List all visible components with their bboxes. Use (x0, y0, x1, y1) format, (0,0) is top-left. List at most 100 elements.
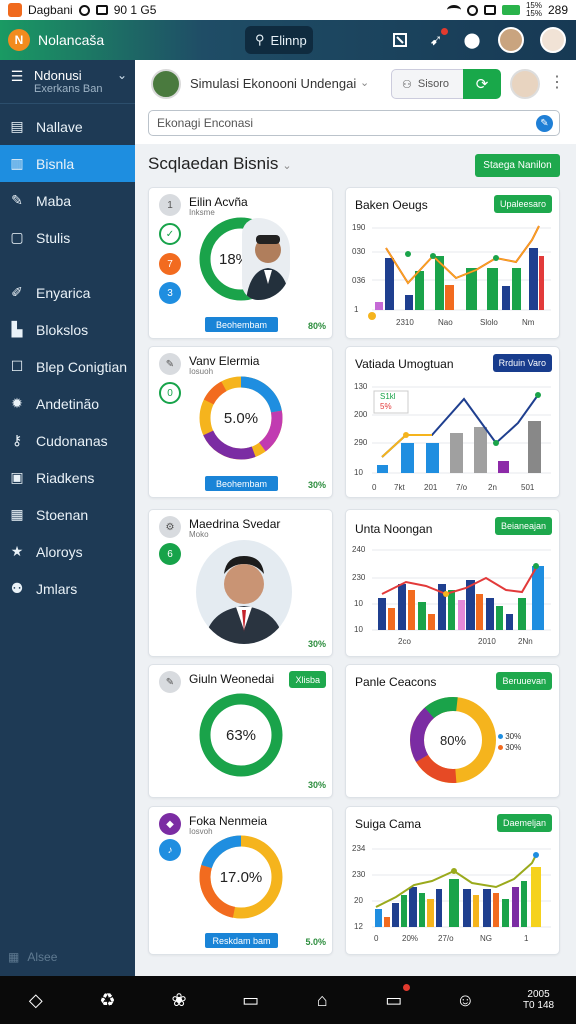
x-tick: 2Nn (518, 637, 533, 646)
emoji-icon[interactable]: ☺ (451, 986, 479, 1014)
more-icon[interactable]: ⋮ (549, 72, 565, 92)
sidebar-item-0[interactable]: ▤ Nallave (0, 108, 135, 145)
bar (388, 608, 395, 630)
bar (539, 256, 544, 310)
edit-icon[interactable]: ✎ (159, 353, 181, 375)
pin-icon[interactable]: ➹ (426, 28, 448, 50)
bar (401, 895, 407, 927)
card-action-button[interactable]: Reskdam bam (205, 933, 278, 948)
diamond-icon[interactable]: ◆ (159, 813, 181, 835)
header-search-label: Elinnp (270, 32, 307, 48)
donut-value: 63% (225, 726, 257, 744)
x-tick: 1 (524, 934, 529, 943)
sidebar-item-6[interactable]: ☐ Blep Conigtian (0, 348, 135, 385)
settings-icon[interactable]: ⚙ (159, 516, 181, 538)
card-action-button[interactable]: Xlisba (289, 671, 326, 688)
music-icon[interactable]: ♪ (159, 839, 181, 861)
workspace-avatar[interactable] (151, 69, 181, 99)
y-tick: 12 (354, 922, 363, 931)
metric-chip-blue[interactable]: 3 (159, 282, 181, 304)
sidebar-item-12[interactable]: ⚉ Jmlars (0, 570, 135, 607)
edit-icon[interactable]: ✎ (159, 671, 181, 693)
chart-card-2[interactable]: Vatiada Umogtuan Rrduin Varo 130 200 290… (345, 346, 560, 498)
bar (415, 271, 424, 310)
profile-avatar[interactable] (540, 27, 566, 53)
y-tick: 240 (352, 545, 366, 554)
cast-icon (483, 5, 496, 15)
header-search-button[interactable]: ⚲ Elinnp (245, 26, 313, 54)
sidebar-item-2[interactable]: ✎ Maba (0, 182, 135, 219)
account-switcher[interactable]: ☰ Ndonusi Exerkans Ban ⌄ (0, 60, 135, 104)
tool-icon: ✎ (11, 192, 23, 208)
profile-card-2[interactable]: ✎ Vanv Elermia Iosuoh 0 5.0% Beohembam 3… (148, 346, 333, 498)
chevron-down-icon[interactable]: ⌄ (282, 160, 291, 172)
bar-line-chart: 130 200 290 10 0 7kt 201 7/o 2n 501 S1kl… (354, 382, 551, 492)
check-icon[interactable]: ✓ (159, 223, 181, 245)
chart-card-3[interactable]: Unta Noongan Beianeajan 240 230 10 10 2c… (345, 509, 560, 657)
count-chip[interactable]: 6 (159, 543, 181, 565)
bar (532, 566, 544, 630)
sidebar-item-5[interactable]: ▙ Blokslos (0, 311, 135, 348)
notification-dot (441, 28, 448, 35)
profile-card-4[interactable]: ✎ Giuln Weonedai Xlisba 63% 30% (148, 664, 333, 798)
recent-apps-icon[interactable]: ▭ (237, 986, 265, 1014)
account-name: Ndonusi (34, 68, 82, 83)
chart-card-1[interactable]: Baken Oeugs Upaleesaro 190 030 036 1 231… (345, 187, 560, 339)
y-tick: 030 (352, 247, 366, 256)
user-icon: ⚇ (402, 78, 412, 91)
pie-value: 80% (439, 732, 467, 748)
bell-icon[interactable]: ⬤ (462, 30, 482, 50)
refresh-button[interactable]: ⟳ (463, 69, 501, 99)
sidebar-item-1[interactable]: ▥ Bisnla (0, 145, 135, 182)
card-percent: 80% (307, 321, 326, 331)
flag-icon[interactable] (390, 30, 410, 50)
sidebar-item-4[interactable]: ✐ Enyarica (0, 274, 135, 311)
sidebar-footer[interactable]: ▦ Alsee (8, 950, 57, 964)
square-icon: ☐ (10, 358, 24, 374)
card-action-button[interactable]: Beohembam (205, 476, 278, 491)
x-tick: 2310 (396, 318, 414, 327)
sidebar-item-11[interactable]: ★ Aloroys (0, 533, 135, 570)
x-tick: Slolo (480, 318, 498, 327)
y-tick: 10 (354, 468, 363, 477)
search-icon[interactable]: ✎ (536, 115, 553, 132)
sidebar-item-9[interactable]: ▣ Riadkens (0, 459, 135, 496)
profile-card-5[interactable]: ◆ Foka Nenmeia Iosvoh ♪ 17.0% Reskdam ba… (148, 806, 333, 955)
messages-icon[interactable]: ▭ (380, 984, 410, 1014)
bar (427, 899, 434, 927)
diamond-nav-icon[interactable]: ◇ (22, 986, 50, 1014)
x-tick: 7/o (456, 483, 468, 492)
avatar[interactable] (498, 27, 524, 53)
user-avatar[interactable] (510, 69, 540, 99)
app-logo[interactable]: N (8, 29, 30, 51)
metric-chip-orange[interactable]: 7 (159, 253, 181, 275)
gallery-icon[interactable]: ❀ (165, 986, 193, 1014)
search-input[interactable]: Ekonagi Enconasi ✎ (148, 110, 560, 136)
sidebar-item-3[interactable]: ▢ Stulis (0, 219, 135, 256)
document-icon: ▢ (10, 229, 24, 245)
home-icon[interactable]: ⌂ (308, 986, 336, 1014)
chart-card-4[interactable]: Panle Ceacons Beruuevan 80% 30% 30% (345, 664, 560, 798)
profile-card-3[interactable]: ⚙ Maedrina Svedar Moko 6 30% (148, 509, 333, 657)
bar (496, 606, 503, 630)
progress-donut: 63% (197, 691, 285, 779)
user-filter-button[interactable]: ⚇ Sisoro (391, 69, 465, 99)
bar (531, 867, 541, 927)
x-tick: 0 (372, 483, 377, 492)
clock-label: 2005 T0 148 (522, 989, 555, 1011)
segment-donut: 17.0% (197, 833, 285, 921)
chevron-down-icon[interactable]: ⌄ (360, 76, 369, 89)
count-chip[interactable]: 0 (159, 382, 181, 404)
card-action-button[interactable]: Beruuevan (496, 672, 552, 690)
y-tick: 1 (354, 305, 359, 314)
alarm-icon (466, 4, 478, 16)
recycle-icon[interactable]: ♻ (93, 986, 121, 1014)
sidebar-item-8[interactable]: ⚷ Cudonanas (0, 422, 135, 459)
profile-card-1[interactable]: 1 Eilin Acvña Inksme ✓ 7 3 18% Beohembam… (148, 187, 333, 339)
app-notification-icon (8, 3, 22, 17)
chart-card-5[interactable]: Suiga Cama Daemeljan 234 230 20 12 0 20%… (345, 806, 560, 955)
card-action-button[interactable]: Beohembam (205, 317, 278, 332)
sidebar-item-10[interactable]: ▦ Stoenan (0, 496, 135, 533)
section-action-button[interactable]: Staega Nanilon (475, 154, 560, 177)
sidebar-item-7[interactable]: ✹ Andetinão (0, 385, 135, 422)
